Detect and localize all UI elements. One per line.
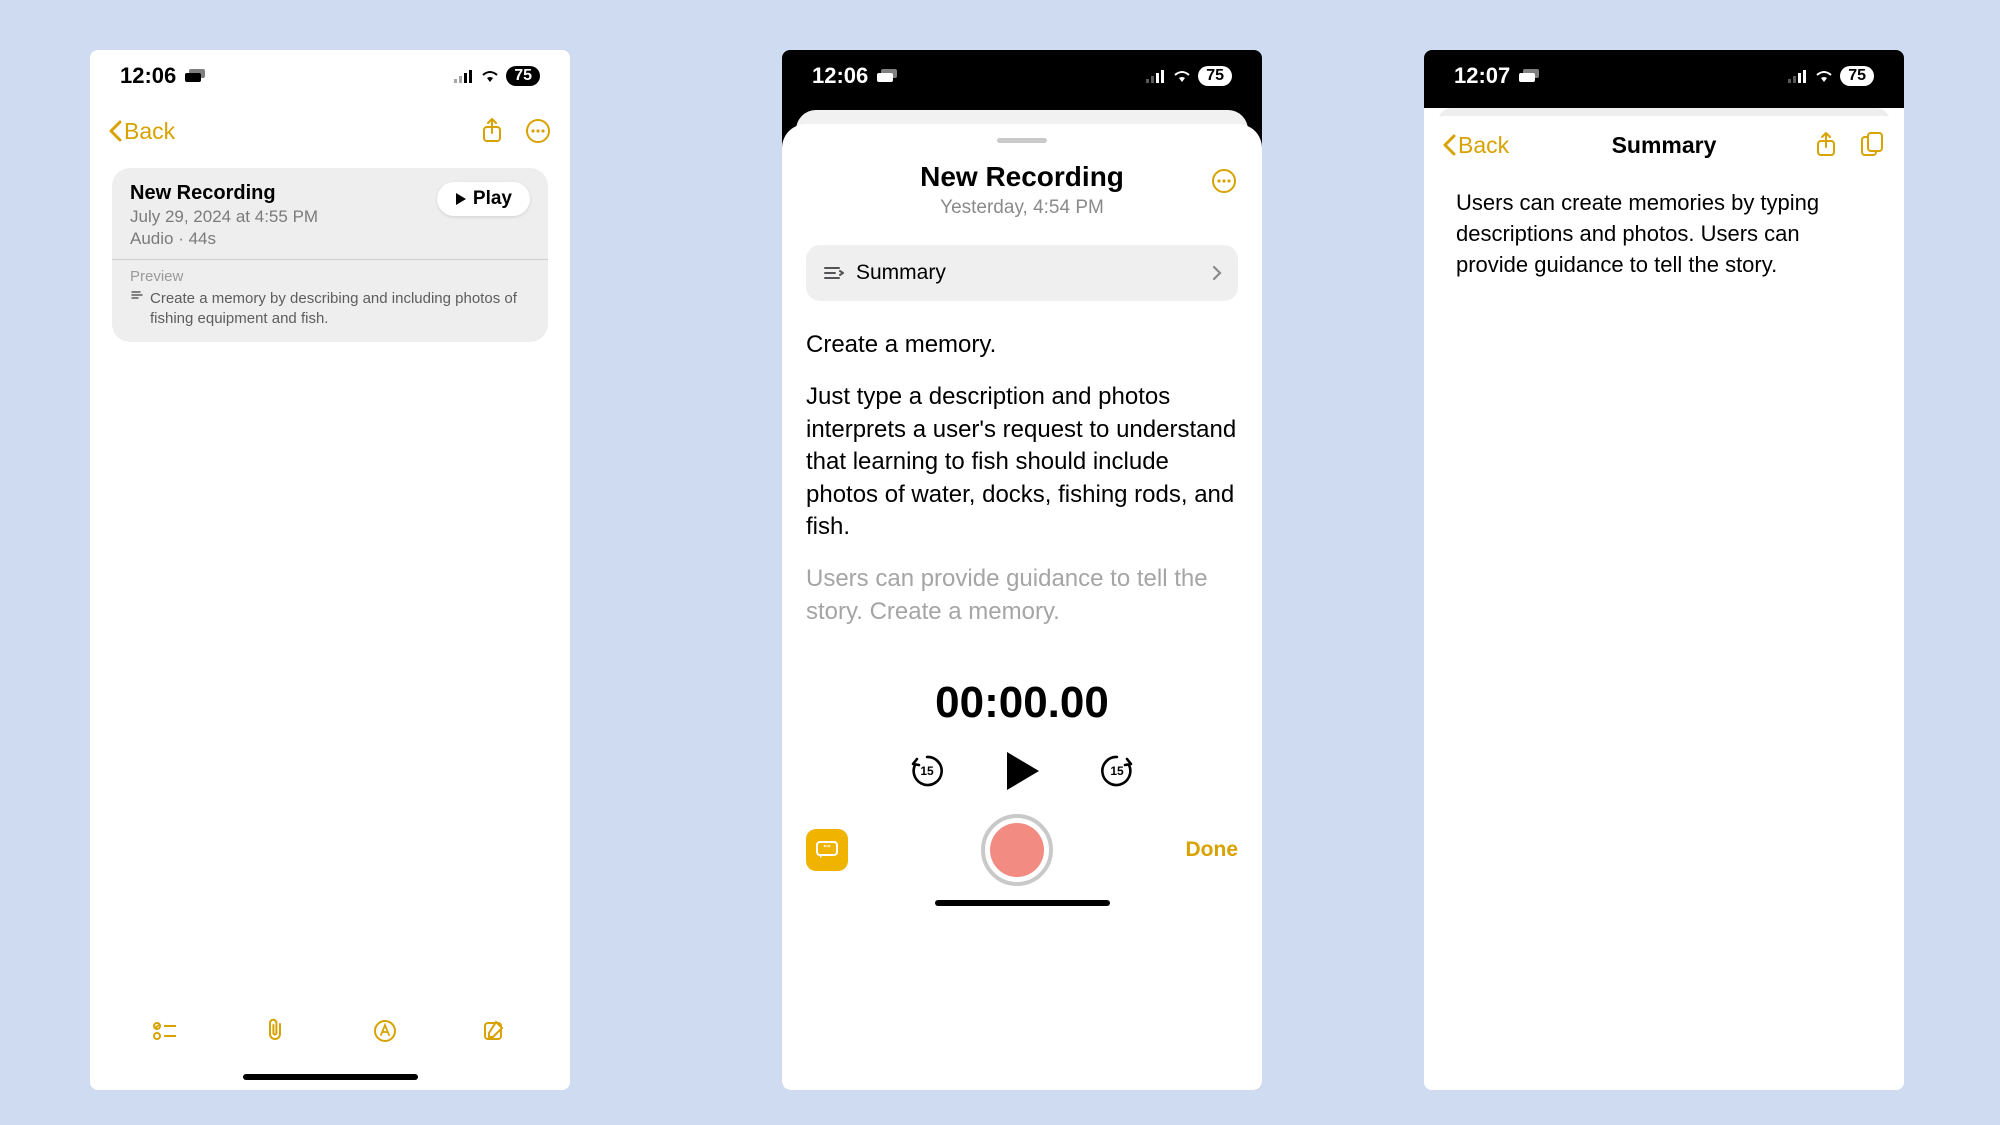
home-indicator[interactable] [935, 900, 1110, 906]
transcript: Create a memory. Just type a description… [806, 329, 1238, 648]
phone-summary: 12:07 75 Back Summary [1424, 50, 1904, 1090]
transcript-icon [130, 289, 144, 330]
skip-forward-button[interactable]: 15 [1097, 751, 1137, 791]
skip-back-button[interactable]: 15 [907, 751, 947, 791]
share-icon[interactable] [1812, 131, 1840, 159]
nav-bar: Back Summary [1424, 116, 1904, 174]
summary-label: Summary [856, 261, 946, 285]
back-label: Back [124, 118, 175, 145]
summary-row[interactable]: Summary [806, 245, 1238, 301]
sheet-title: New Recording [806, 161, 1238, 193]
transport-controls: 15 15 [806, 750, 1238, 792]
share-icon[interactable] [478, 117, 506, 145]
bottom-toolbar [90, 996, 570, 1074]
wifi-icon [480, 69, 500, 83]
status-time: 12:06 [120, 63, 176, 89]
sheet-subtitle: Yesterday, 4:54 PM [806, 197, 1238, 219]
playhead-time: 00:00.00 [806, 678, 1238, 728]
markup-icon[interactable] [371, 1017, 399, 1045]
done-button[interactable]: Done [1186, 838, 1239, 862]
status-time: 12:06 [812, 63, 868, 89]
cellular-icon [454, 69, 474, 83]
copy-icon[interactable] [1858, 131, 1886, 159]
battery-level: 75 [506, 66, 540, 86]
status-time: 12:07 [1454, 63, 1510, 89]
quote-button[interactable]: "" [806, 829, 848, 871]
back-button[interactable]: Back [1442, 132, 1509, 159]
phone-notes-list: 12:06 75 Back New Recording July [90, 50, 570, 1090]
preview-text: Create a memory by describing and includ… [130, 289, 530, 330]
attachment-icon[interactable] [261, 1017, 289, 1045]
recording-sheet: New Recording Yesterday, 4:54 PM Summary… [782, 124, 1262, 1090]
checklist-icon[interactable] [151, 1017, 179, 1045]
cellular-icon [1788, 69, 1808, 83]
focus-mode-icon [876, 68, 898, 84]
wifi-icon [1814, 69, 1834, 83]
status-bar: 12:06 75 [90, 50, 570, 102]
transcript-p1: Create a memory. [806, 329, 1238, 361]
record-button[interactable] [981, 814, 1053, 886]
cellular-icon [1146, 69, 1166, 83]
battery-level: 75 [1840, 66, 1874, 86]
more-icon[interactable] [1210, 167, 1238, 195]
preview-label: Preview [130, 268, 530, 285]
chevron-right-icon [1212, 265, 1222, 281]
focus-mode-icon [1518, 68, 1540, 84]
play-button[interactable] [1003, 750, 1041, 792]
status-bar: 12:06 75 [782, 50, 1262, 102]
home-indicator[interactable] [243, 1074, 418, 1080]
phone-recording-sheet: 12:06 75 New Recording Yesterday, 4:54 P… [782, 50, 1262, 1090]
summary-body: Users can create memories by typing desc… [1424, 174, 1904, 294]
summary-icon [822, 264, 844, 282]
nav-bar: Back [90, 102, 570, 160]
play-label: Play [473, 188, 512, 210]
battery-level: 75 [1198, 66, 1232, 86]
more-icon[interactable] [524, 117, 552, 145]
focus-mode-icon [184, 68, 206, 84]
status-bar: 12:07 75 [1424, 50, 1904, 102]
back-label: Back [1458, 132, 1509, 159]
transcript-p2: Just type a description and photos inter… [806, 381, 1238, 543]
sheet-grabber[interactable] [997, 138, 1047, 143]
compose-icon[interactable] [481, 1017, 509, 1045]
wifi-icon [1172, 69, 1192, 83]
play-button[interactable]: Play [437, 182, 530, 216]
recording-meta: Audio · 44s [130, 229, 530, 249]
back-button[interactable]: Back [108, 118, 175, 145]
svg-text:"": "" [823, 844, 831, 853]
transcript-p3: Users can provide guidance to tell the s… [806, 563, 1238, 628]
